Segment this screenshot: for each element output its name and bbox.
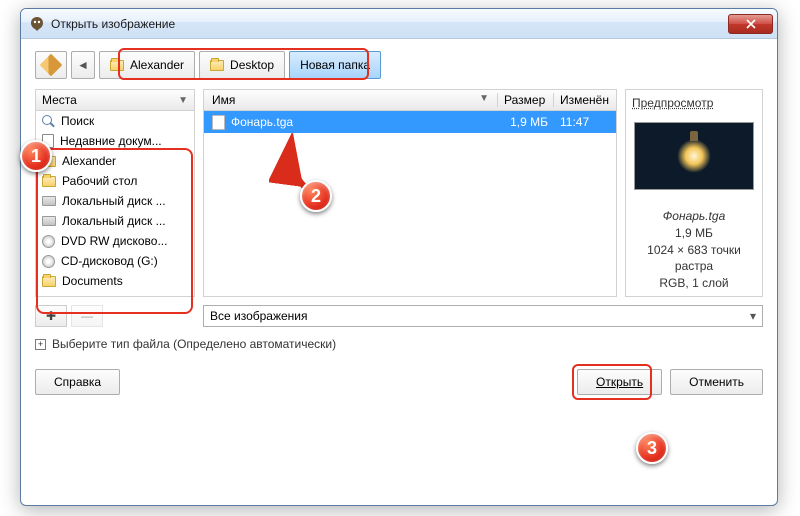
filter-label: Все изображения — [210, 309, 308, 323]
files-panel: Имя▼ Размер Изменён Фонарь.tga 1,9 МБ 11… — [203, 89, 617, 297]
folder-icon — [42, 276, 56, 287]
window-title: Открыть изображение — [51, 17, 728, 31]
dialog-body: ◄ Alexander Desktop Новая папка Места ▼ … — [21, 39, 777, 409]
file-modified: 11:47 — [554, 115, 616, 129]
help-button[interactable]: Справка — [35, 369, 120, 395]
folder-icon — [42, 176, 56, 187]
main-content: Места ▼ Поиск Недавние докум... Alexande… — [35, 89, 763, 297]
places-list: Поиск Недавние докум... Alexander Рабочи… — [35, 111, 195, 297]
place-item-recent[interactable]: Недавние докум... — [36, 131, 194, 151]
places-header-label: Места — [42, 93, 77, 107]
dialog-buttons: Справка Открыть Отменить — [35, 369, 763, 395]
file-name: Фонарь.tga — [231, 115, 293, 129]
close-button[interactable] — [728, 14, 773, 34]
document-icon — [42, 134, 54, 148]
breadcrumb-label: Новая папка — [300, 58, 370, 72]
folder-icon — [42, 156, 56, 167]
preview-info: Фонарь.tga 1,9 МБ 1024 × 683 точки растр… — [630, 208, 758, 292]
close-icon — [745, 19, 757, 29]
place-item-desktop[interactable]: Рабочий стол — [36, 171, 194, 191]
file-icon — [212, 115, 225, 130]
minus-icon: — — [81, 309, 93, 323]
cd-icon — [42, 235, 55, 248]
folder-icon — [110, 60, 124, 71]
triangle-left-icon: ◄ — [77, 58, 89, 72]
filetype-expander[interactable]: + Выберите тип файла (Определено автомат… — [35, 337, 763, 351]
preview-title: Предпросмотр — [630, 94, 758, 114]
folder-icon — [210, 60, 224, 71]
col-header-modified[interactable]: Изменён — [554, 93, 616, 107]
preview-size: 1,9 МБ — [630, 225, 758, 242]
expand-icon: + — [35, 339, 46, 350]
file-row-selected[interactable]: Фонарь.tga 1,9 МБ 11:47 — [204, 111, 616, 133]
preview-filename: Фонарь.tga — [630, 208, 758, 225]
preview-panel: Предпросмотр Фонарь.tga 1,9 МБ 1024 × 68… — [625, 89, 763, 297]
disk-icon — [42, 216, 56, 226]
place-item-home[interactable]: Alexander — [36, 151, 194, 171]
plus-icon: ✚ — [46, 309, 56, 323]
triangle-down-icon: ▼ — [479, 93, 489, 107]
disk-icon — [42, 196, 56, 206]
breadcrumb-item-alexander[interactable]: Alexander — [99, 51, 195, 79]
preview-mode: RGB, 1 слой — [630, 275, 758, 292]
cd-icon — [42, 255, 55, 268]
triangle-down-icon: ▼ — [178, 95, 188, 106]
add-bookmark-button[interactable]: ✚ — [35, 305, 67, 327]
col-header-name[interactable]: Имя▼ — [204, 93, 498, 107]
preview-dims: 1024 × 683 точки растра — [630, 242, 758, 276]
breadcrumb-item-desktop[interactable]: Desktop — [199, 51, 285, 79]
cancel-button[interactable]: Отменить — [670, 369, 763, 395]
write-location-button[interactable] — [35, 51, 67, 79]
triangle-down-icon: ▾ — [750, 309, 756, 323]
places-header[interactable]: Места ▼ — [35, 89, 195, 111]
remove-bookmark-button[interactable]: — — [71, 305, 103, 327]
pencil-icon — [40, 54, 63, 77]
open-button[interactable]: Открыть — [577, 369, 662, 395]
place-item-dvd[interactable]: DVD RW дисково... — [36, 231, 194, 251]
below-row: ✚ — Все изображения ▾ — [35, 305, 763, 327]
breadcrumb: ◄ Alexander Desktop Новая папка — [35, 51, 763, 79]
search-icon — [42, 115, 55, 128]
breadcrumb-item-current[interactable]: Новая папка — [289, 51, 381, 79]
files-header: Имя▼ Размер Изменён — [203, 89, 617, 111]
file-size: 1,9 МБ — [498, 115, 554, 129]
app-icon — [29, 16, 45, 32]
place-item-disk1[interactable]: Локальный диск ... — [36, 191, 194, 211]
place-item-cd[interactable]: CD-дисковод (G:) — [36, 251, 194, 271]
preview-thumbnail[interactable] — [634, 122, 754, 190]
files-list[interactable]: Фонарь.tga 1,9 МБ 11:47 — [203, 111, 617, 297]
breadcrumb-label: Alexander — [130, 58, 184, 72]
place-item-search[interactable]: Поиск — [36, 111, 194, 131]
breadcrumb-label: Desktop — [230, 58, 274, 72]
file-filter-select[interactable]: Все изображения ▾ — [203, 305, 763, 327]
filetype-label: Выберите тип файла (Определено автоматич… — [52, 337, 336, 351]
lamp-icon — [677, 139, 711, 173]
place-item-documents[interactable]: Documents — [36, 271, 194, 291]
place-item-disk2[interactable]: Локальный диск ... — [36, 211, 194, 231]
places-panel: Места ▼ Поиск Недавние докум... Alexande… — [35, 89, 195, 297]
col-header-size[interactable]: Размер — [498, 93, 554, 107]
bookmark-buttons: ✚ — — [35, 305, 195, 327]
breadcrumb-back-button[interactable]: ◄ — [71, 51, 95, 79]
open-image-dialog: Открыть изображение ◄ Alexander Desktop … — [20, 8, 778, 506]
titlebar[interactable]: Открыть изображение — [21, 9, 777, 39]
